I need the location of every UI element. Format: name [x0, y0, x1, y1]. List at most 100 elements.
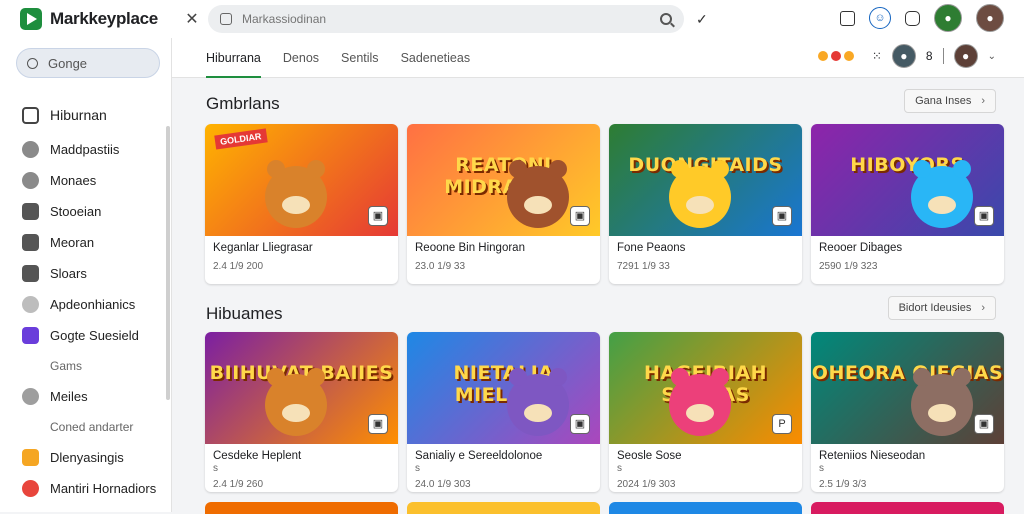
section-title: Hibuames — [206, 304, 283, 323]
chevron-right-icon: › — [981, 95, 985, 107]
sidebar-item[interactable]: Apdeonhianics — [0, 289, 172, 320]
mascot-face — [282, 196, 310, 214]
tag-icon — [22, 449, 39, 466]
mascot-face — [524, 196, 552, 214]
search-bar[interactable] — [208, 5, 684, 33]
sidebar-item-label: Mantiri Hornadiors — [50, 481, 157, 496]
coins-icon[interactable] — [817, 51, 854, 61]
sidebar-item[interactable]: Monaes — [0, 165, 172, 196]
mascot-character — [911, 368, 973, 436]
mascot-character — [911, 160, 973, 228]
search-icon[interactable] — [660, 13, 672, 25]
sidebar-item[interactable]: Gogte Suesield — [0, 320, 172, 351]
grid-icon — [22, 203, 39, 220]
sidebar-item[interactable]: Maddpastiis — [0, 134, 172, 165]
profile-icon[interactable]: ☺ — [869, 7, 891, 29]
game-title: Reteniios Nieseodan — [819, 450, 926, 462]
avatar[interactable]: ● — [934, 4, 962, 32]
sidebar-item-label: Coned andarter — [50, 420, 134, 434]
close-icon[interactable]: ✕ — [180, 9, 204, 29]
profile-avatar[interactable]: ● — [953, 44, 978, 68]
grid-icon[interactable]: ⁙ — [872, 49, 882, 63]
game-thumbnail: BIIHUVAT BAIIES ▣ — [205, 332, 398, 444]
game-card[interactable]: HAGEIRIAH SERNASP Seosle Soses 2024 1/9 30… — [609, 332, 802, 492]
game-title: Cesdeke Heplent — [213, 450, 302, 462]
sidebar-item[interactable]: Stooeian — [0, 196, 172, 227]
game-thumbnail: REATONI MIDRAEIHI ▣ — [407, 124, 600, 236]
game-logo-text: REATONI MIDRAEIHI — [444, 154, 563, 198]
game-card[interactable]: NIETALIA MIELARS ▣ Sanialiy e Sereeldolono… — [407, 332, 600, 492]
sidebar-item[interactable]: Coned andarter — [0, 412, 172, 442]
sidebar-item-label: Dlenyasingis — [50, 450, 124, 465]
sidebar-item[interactable]: Hiburnan — [0, 96, 172, 134]
game-card-peek[interactable] — [609, 502, 802, 514]
game-meta: 24.0 1/9 303 — [415, 479, 471, 490]
platform-badge-icon: ▣ — [368, 206, 388, 226]
tab[interactable]: Sadenetieas — [401, 38, 471, 78]
box-icon — [22, 234, 39, 251]
chevron-down-icon[interactable]: ⌄ — [988, 51, 996, 62]
sidebar-item[interactable]: Gams — [0, 351, 172, 381]
mascot-character — [669, 368, 731, 436]
app-name: Markkeyplace — [50, 9, 158, 28]
see-more-button[interactable]: Gana Inses › — [904, 89, 996, 113]
game-card[interactable]: HIBOYORS ▣ Reooer Dibages 2590 1/9 323 — [811, 124, 1004, 284]
sidebar-item-label: Meiles — [50, 389, 88, 404]
game-card-peek[interactable] — [811, 502, 1004, 514]
voice-icon[interactable]: ✓ — [696, 11, 708, 28]
game-meta: 2.5 1/9 3/3 — [819, 479, 867, 490]
mascot-face — [928, 404, 956, 422]
game-thumbnail: HIBOYORS ▣ — [811, 124, 1004, 236]
game-card[interactable]: REATONI MIDRAEIHI ▣ Reoone Bin Hingoran 23.… — [407, 124, 600, 284]
mascot-face — [686, 404, 714, 422]
sidebar-scrollbar[interactable] — [166, 126, 170, 400]
chat-icon[interactable] — [905, 10, 920, 26]
brand[interactable]: Markkeyplace — [0, 8, 180, 30]
circle-icon — [22, 388, 39, 405]
game-card-peek[interactable] — [205, 502, 398, 514]
platform-badge-icon: ▣ — [974, 414, 994, 434]
tab[interactable]: Denos — [283, 38, 319, 78]
mascot-character — [507, 368, 569, 436]
sidebar-search[interactable]: Gonge — [16, 48, 160, 78]
game-logo-text: HIBOYORS — [850, 154, 965, 176]
mascot-face — [686, 196, 714, 214]
tab-bar-actions: ⁙ ● 8 ● ⌄ — [817, 44, 996, 68]
game-subtitle: s — [819, 463, 824, 474]
game-meta: 2590 1/9 323 — [819, 261, 878, 272]
search-input[interactable] — [242, 12, 660, 26]
game-card[interactable]: DUONGITAIDS ▣ Fone Peaons 7291 1/9 33 — [609, 124, 802, 284]
search-scope-icon — [220, 13, 232, 25]
game-card[interactable]: OHEORA OIEGIAS ▣ Reteniios Nieseodan s 2.5 1… — [811, 332, 1004, 492]
account-avatar[interactable]: ● — [976, 4, 1004, 32]
sidebar-item[interactable]: Meiles — [0, 381, 172, 412]
sidebar-item-label: Hiburnan — [50, 107, 107, 123]
game-subtitle: s — [415, 463, 420, 474]
mascot-character — [265, 160, 327, 228]
sidebar-item-label: Stooeian — [50, 204, 102, 219]
see-more-button[interactable]: Bidort Ideusies › — [887, 296, 996, 320]
sidebar-item-label: Gams — [50, 359, 83, 373]
mascot-character — [507, 160, 569, 228]
game-card-peek[interactable] — [407, 502, 600, 514]
card-row: GOLDIAR ▣ Keganlar Lliegrasar 2.4 1/9 200 RE… — [205, 124, 1004, 284]
mascot-face — [282, 404, 310, 422]
game-thumbnail: OHEORA OIEGIAS ▣ — [811, 332, 1004, 444]
game-card[interactable]: BIIHUVAT BAIIES ▣ Cesdeke Heplent s 2.4 1/9 … — [205, 332, 398, 492]
game-card[interactable]: GOLDIAR ▣ Keganlar Lliegrasar 2.4 1/9 200 — [205, 124, 398, 284]
external-icon[interactable] — [840, 10, 855, 26]
tab[interactable]: Sentils — [341, 38, 379, 78]
game-subtitle: s — [213, 463, 218, 474]
sidebar-item[interactable]: Meoran — [0, 227, 172, 258]
game-meta: 2024 1/9 303 — [617, 479, 676, 490]
sidebar-item-label: Apdeonhianics — [50, 297, 136, 312]
sidebar-item[interactable]: Dlenyasingis — [0, 442, 172, 473]
game-title: Reoone Bin Hingoran — [415, 242, 525, 254]
user-avatar[interactable]: ● — [891, 44, 916, 68]
game-meta: 2.4 1/9 260 — [213, 479, 264, 490]
tab[interactable]: Hiburrana — [206, 38, 261, 78]
sidebar-item[interactable]: Mantiri Hornadiors — [0, 473, 172, 504]
sidebar-item[interactable]: Sloars — [0, 258, 172, 289]
next-row-peek — [205, 502, 1004, 514]
mascot-face — [524, 404, 552, 422]
